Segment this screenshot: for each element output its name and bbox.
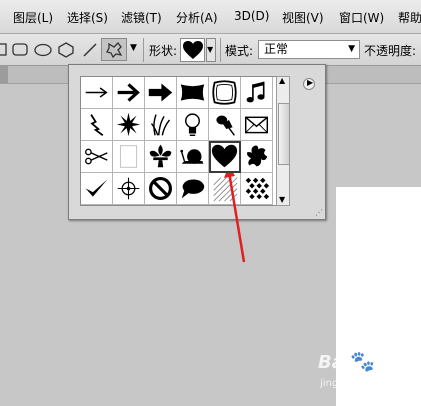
menu-window[interactable]: 窗口(W) (339, 9, 384, 26)
resize-grip-icon[interactable]: ⋰ (315, 208, 323, 217)
panel-menu-button[interactable]: ▶ (303, 78, 315, 90)
shape-picker-dropdown-button[interactable]: ▼ (206, 38, 216, 62)
watermark-brand: Bai (318, 352, 351, 373)
opacity-label: 不透明度: (364, 44, 417, 58)
polygon-tool-icon[interactable] (58, 42, 74, 58)
heart-icon (183, 41, 203, 59)
envelope-icon (244, 116, 269, 134)
checkmark-icon (85, 179, 108, 197)
shape-cell[interactable] (209, 173, 241, 205)
ellipse-tool-icon[interactable] (34, 43, 52, 57)
menu-layer[interactable]: 图层(L) (13, 9, 53, 26)
divider (143, 38, 144, 62)
watermark-brand2: 经验 (375, 359, 403, 375)
shape-cell[interactable] (113, 173, 145, 205)
arrow-thin-icon (85, 87, 108, 98)
menu-3d[interactable]: 3D(D) (234, 9, 269, 23)
shape-cell[interactable] (113, 109, 145, 141)
shape-cell[interactable] (81, 141, 113, 173)
snail-icon (180, 149, 204, 164)
music-note-icon (246, 81, 265, 103)
blank-frame-icon (119, 145, 138, 168)
shape-cell[interactable] (177, 77, 209, 109)
custom-shape-tool-button[interactable] (101, 38, 127, 61)
mode-value: 正常 (264, 42, 289, 56)
crosshair-icon (117, 177, 140, 200)
diamond-grid-icon (245, 177, 270, 200)
shape-picker-swatch[interactable] (180, 38, 205, 62)
line-tool-icon[interactable] (82, 42, 98, 58)
heart-icon (211, 144, 238, 168)
arrow-bold-icon (117, 83, 140, 102)
watermark-url: jingyan.baidu.com (320, 378, 413, 389)
menu-filter[interactable]: 滤镜(T) (121, 9, 162, 26)
pushpin-icon (216, 115, 235, 136)
shape-grid (80, 76, 278, 206)
lightning-icon (90, 114, 104, 137)
chevron-down-icon[interactable]: ▼ (130, 43, 137, 53)
scroll-down-icon[interactable]: ▼ (279, 195, 285, 204)
banner-icon (180, 84, 205, 101)
scissors-icon (85, 148, 108, 165)
mode-select[interactable]: 正常 ▼ (258, 40, 360, 59)
shape-cell[interactable] (145, 173, 177, 205)
options-bar: ▼ 形状: ▼ 模式: 正常 ▼ 不透明度: (0, 34, 421, 66)
shape-cell[interactable] (209, 109, 241, 141)
shape-cell[interactable] (177, 109, 209, 141)
shape-grid-scrollbar[interactable]: ▲ ▼ (276, 76, 290, 206)
shape-cell[interactable] (241, 77, 273, 109)
starburst-icon (116, 112, 141, 137)
paw-icon: 🐾 (350, 349, 375, 373)
menu-analysis[interactable]: 分析(A) (176, 9, 218, 26)
shape-cell[interactable] (241, 141, 273, 173)
mode-label: 模式: (225, 44, 254, 58)
no-sign-icon (149, 177, 172, 200)
divider (220, 38, 221, 62)
play-arrow-icon: ▶ (307, 78, 314, 87)
splat-icon (247, 145, 268, 167)
shape-picker-panel: ▲ ▼ ▶ ⋰ (68, 64, 326, 220)
speech-bubble-icon (181, 179, 205, 199)
shape-cell[interactable] (177, 141, 209, 173)
menu-select[interactable]: 选择(S) (67, 9, 108, 26)
shape-cell[interactable] (177, 173, 209, 205)
shape-cell[interactable] (113, 141, 145, 173)
shape-cell[interactable] (209, 77, 241, 109)
lightbulb-icon (185, 113, 200, 137)
rectangle-partial-icon[interactable] (0, 42, 8, 58)
document-tab[interactable] (0, 66, 8, 83)
shape-cell[interactable] (241, 109, 273, 141)
menu-view[interactable]: 视图(V) (282, 9, 324, 26)
shape-cell-selected[interactable] (209, 141, 241, 173)
shape-cell[interactable] (81, 173, 113, 205)
menu-bar: 图层(L) 选择(S) 滤镜(T) 分析(A) 3D(D) 视图(V) 窗口(W… (0, 0, 421, 34)
arrow-block-icon (148, 83, 173, 102)
shape-cell[interactable] (145, 77, 177, 109)
grass-icon (150, 114, 171, 136)
scroll-up-icon[interactable]: ▲ (279, 76, 285, 85)
frame-icon (212, 80, 237, 105)
shape-cell[interactable] (113, 77, 145, 109)
shape-cell[interactable] (145, 141, 177, 173)
rounded-rectangle-tool-icon[interactable] (12, 43, 28, 57)
chevron-down-icon: ▼ (207, 45, 214, 54)
custom-shape-tool-icon (106, 42, 123, 59)
hatch-pattern-icon (213, 177, 238, 202)
shape-label: 形状: (149, 44, 178, 58)
shape-cell[interactable] (81, 109, 113, 141)
shape-cell[interactable] (241, 173, 273, 205)
chevron-down-icon: ▼ (348, 44, 355, 54)
fleur-de-lis-icon (149, 144, 172, 168)
shape-cell[interactable] (81, 77, 113, 109)
shape-cell[interactable] (145, 109, 177, 141)
scrollbar-thumb[interactable] (278, 103, 290, 165)
menu-help[interactable]: 帮助 (398, 9, 421, 26)
